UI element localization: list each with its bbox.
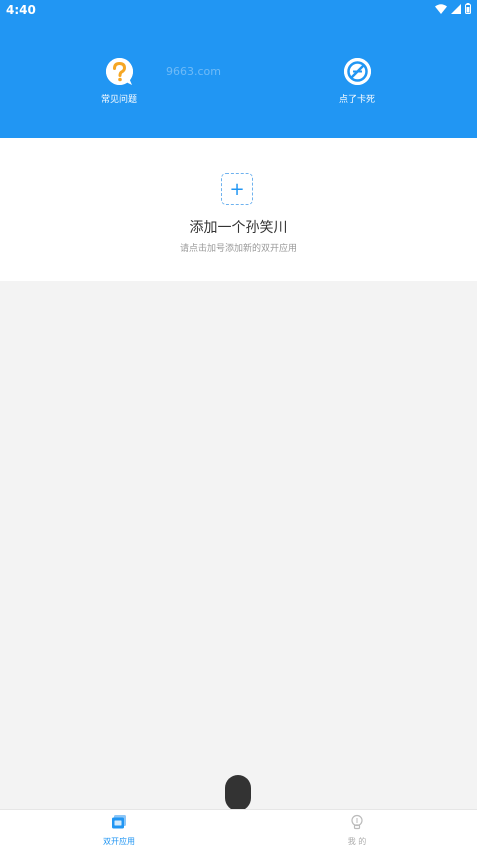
add-app-title: 添加一个孙笑川 (189, 220, 288, 236)
wifi-icon (435, 3, 447, 17)
top-banner: 4:40 9663.com 常见问题 点了卡死 (0, 0, 477, 138)
apps-icon (111, 815, 127, 834)
lightbulb-icon (349, 814, 365, 834)
nav-label-dual-apps: 双开应用 (103, 837, 135, 846)
faq-button[interactable]: 常见问题 (79, 58, 159, 105)
floating-ball[interactable] (225, 775, 251, 811)
status-time: 4:40 (6, 3, 36, 17)
nav-item-mine[interactable]: 我 的 (317, 814, 397, 847)
battery-icon (465, 3, 471, 17)
no-entry-icon (343, 58, 371, 85)
faq-label: 常见问题 (100, 95, 137, 105)
freeze-fix-label: 点了卡死 (338, 95, 375, 105)
nav-label-mine: 我 的 (347, 837, 367, 846)
status-icons (435, 3, 471, 17)
bottom-nav: 双开应用 我 的 (0, 809, 477, 848)
nav-item-dual-apps[interactable]: 双开应用 (79, 814, 159, 847)
signal-icon (451, 3, 461, 17)
add-app-card: + 添加一个孙笑川 请点击加号添加新的双开应用 (0, 138, 477, 281)
watermark: 9663.com (166, 65, 221, 78)
add-app-subtitle: 请点击加号添加新的双开应用 (179, 244, 297, 254)
add-app-button[interactable]: + (221, 173, 253, 205)
question-icon (105, 58, 133, 85)
status-bar: 4:40 (0, 0, 477, 20)
freeze-fix-button[interactable]: 点了卡死 (317, 58, 397, 105)
plus-icon: + (229, 178, 245, 200)
